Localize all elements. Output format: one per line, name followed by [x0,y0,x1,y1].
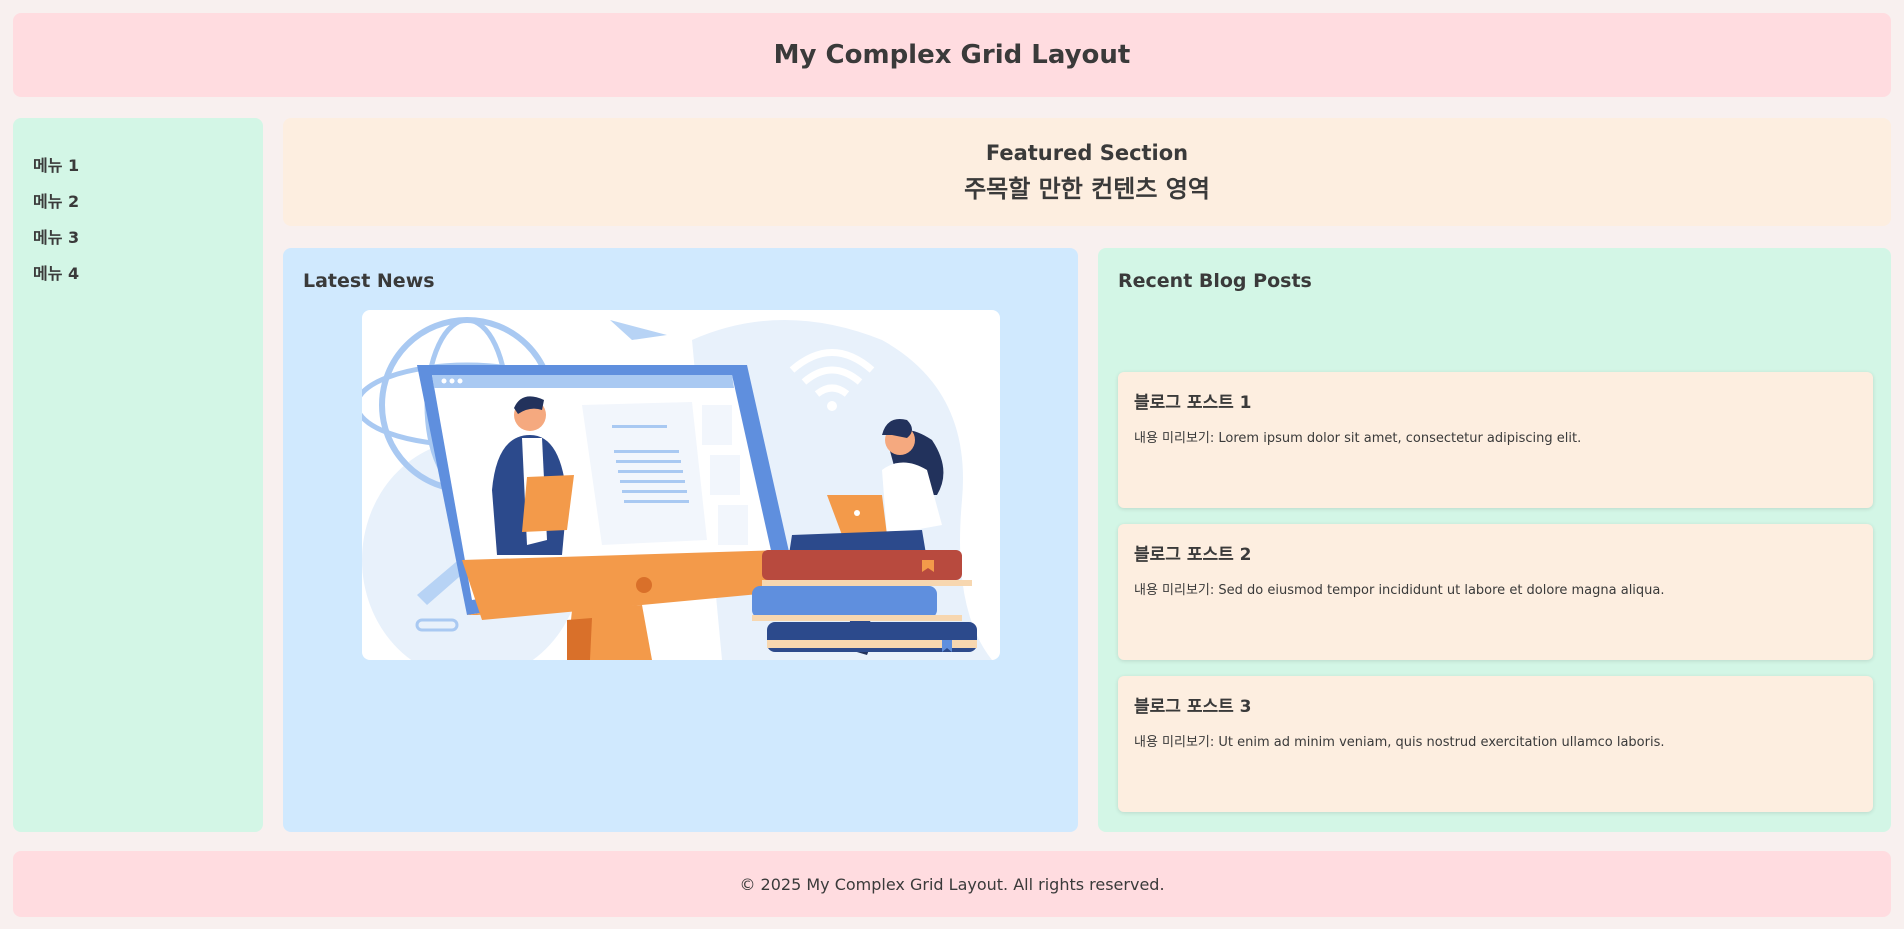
sidebar: 메뉴 1 메뉴 2 메뉴 3 메뉴 4 [13,118,263,832]
blog-post-preview: 내용 미리보기: Sed do eiusmod tempor incididun… [1134,583,1665,598]
page-header: My Complex Grid Layout [13,13,1891,97]
footer-text: © 2025 My Complex Grid Layout. All right… [739,874,1165,894]
recent-blog-section: Recent Blog Posts 블로그 포스트 1 내용 미리보기: Lor… [1098,248,1891,832]
latest-news-section: Latest News [283,248,1078,832]
blog-post-title: 블로그 포스트 3 [1134,697,1252,717]
sidebar-menu: 메뉴 1 메뉴 2 메뉴 3 메뉴 4 [33,148,243,292]
sidebar-item-menu-4[interactable]: 메뉴 4 [33,256,243,292]
blog-post-card[interactable]: 블로그 포스트 3 내용 미리보기: Ut enim ad minim veni… [1118,676,1873,812]
page-title: My Complex Grid Layout [773,40,1131,70]
sidebar-item-menu-1[interactable]: 메뉴 1 [33,148,243,184]
blog-post-card[interactable]: 블로그 포스트 1 내용 미리보기: Lorem ipsum dolor sit… [1118,372,1873,508]
latest-news-title: Latest News [303,270,435,292]
sidebar-item-menu-3[interactable]: 메뉴 3 [33,220,243,256]
blog-post-preview: 내용 미리보기: Lorem ipsum dolor sit amet, con… [1134,431,1582,446]
online-meeting-illustration-icon [362,317,992,660]
recent-blog-title: Recent Blog Posts [1118,270,1312,292]
featured-section: Featured Section 주목할 만한 컨텐츠 영역 [283,118,1891,226]
news-illustration [362,310,1000,660]
sidebar-item-menu-2[interactable]: 메뉴 2 [33,184,243,220]
featured-subtitle: 주목할 만한 컨텐츠 영역 [964,174,1210,203]
page-footer: © 2025 My Complex Grid Layout. All right… [13,851,1891,917]
blog-post-title: 블로그 포스트 1 [1134,393,1252,413]
blog-post-title: 블로그 포스트 2 [1134,545,1252,565]
blog-post-preview: 내용 미리보기: Ut enim ad minim veniam, quis n… [1134,735,1665,750]
blog-post-card[interactable]: 블로그 포스트 2 내용 미리보기: Sed do eiusmod tempor… [1118,524,1873,660]
featured-title: Featured Section [985,140,1189,165]
